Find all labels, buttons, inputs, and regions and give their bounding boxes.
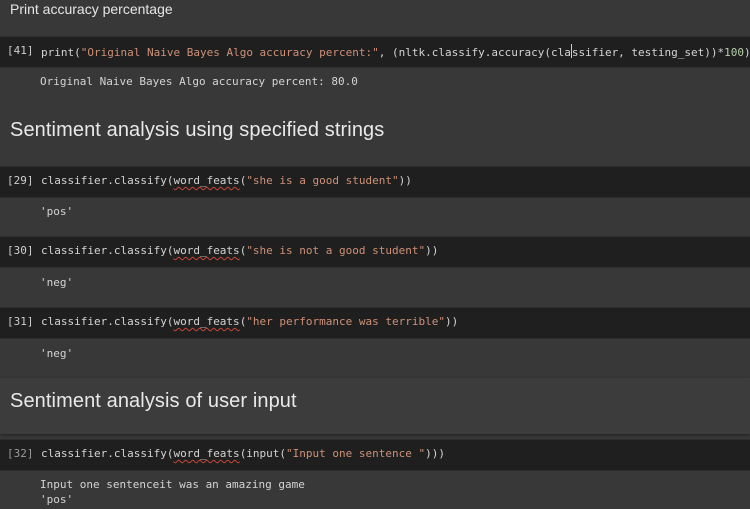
code-token: (input( xyxy=(239,447,287,460)
code-editor[interactable]: classifier.classify(word_feats("she is n… xyxy=(41,244,438,257)
code-token: , (nltk.classify.accuracy(cla xyxy=(378,46,571,59)
code-token: ssifier, testing_set))* xyxy=(571,46,725,59)
code-number: 100 xyxy=(724,46,745,59)
code-function-warning: word_feats xyxy=(173,174,240,187)
cell-output: 'neg' xyxy=(40,347,74,360)
code-function-warning: word_feats xyxy=(173,315,240,328)
code-cell-30[interactable]: [30] classifier.classify(word_feats("she… xyxy=(0,237,750,267)
section-heading: Print accuracy percentage xyxy=(10,1,173,17)
code-string: "she is a good student" xyxy=(246,174,399,187)
code-function-warning: word_feats xyxy=(173,447,240,460)
code-string: "her performance was terrible" xyxy=(246,315,445,328)
code-cell-29[interactable]: [29] classifier.classify(word_feats("she… xyxy=(0,167,750,197)
markdown-cell-specified-strings[interactable]: Sentiment analysis using specified strin… xyxy=(0,104,750,166)
code-string: "Original Naive Bayes Algo accuracy perc… xyxy=(80,46,379,59)
code-editor[interactable]: classifier.classify(word_feats("she is a… xyxy=(41,174,412,187)
code-editor[interactable]: classifier.classify(word_feats("her perf… xyxy=(41,315,458,328)
code-string: "Input one sentence " xyxy=(286,447,426,460)
code-cell-31[interactable]: [31] classifier.classify(word_feats("her… xyxy=(0,308,750,338)
code-token: )) xyxy=(445,315,459,328)
cell-output: 'pos' xyxy=(40,205,74,218)
code-editor[interactable]: print("Original Naive Bayes Algo accurac… xyxy=(41,44,750,59)
section-heading: Sentiment analysis of user input xyxy=(10,390,297,412)
markdown-cell-print-accuracy[interactable]: Print accuracy percentage xyxy=(0,0,750,26)
code-token: ) xyxy=(744,46,750,59)
execution-count: [30] xyxy=(7,244,34,257)
cell-output-result: 'pos' xyxy=(40,493,74,506)
code-token: )) xyxy=(425,244,439,257)
code-cell-32[interactable]: [32] classifier.classify(word_feats(inpu… xyxy=(0,440,750,470)
code-token: classifier.classify( xyxy=(41,174,174,187)
section-heading: Sentiment analysis using specified strin… xyxy=(10,119,385,141)
markdown-cell-user-input[interactable]: Sentiment analysis of user input xyxy=(0,378,750,434)
code-function-warning: word_feats xyxy=(173,244,240,257)
code-string: "she is not a good student" xyxy=(246,244,426,257)
cell-output: Original Naive Bayes Algo accuracy perce… xyxy=(40,75,358,88)
code-editor[interactable]: classifier.classify(word_feats(input("In… xyxy=(41,447,445,460)
code-token: )) xyxy=(398,174,412,187)
code-token: print( xyxy=(41,46,81,59)
cell-output: 'neg' xyxy=(40,276,74,289)
execution-count: [32] xyxy=(7,447,34,460)
cell-output-stdout: Input one sentenceit was an amazing game xyxy=(40,478,305,491)
code-token: classifier.classify( xyxy=(41,244,174,257)
code-token: classifier.classify( xyxy=(41,315,174,328)
execution-count: [29] xyxy=(7,174,34,187)
execution-count: [31] xyxy=(7,315,34,328)
execution-count: [41] xyxy=(7,44,34,57)
code-cell-41[interactable]: [41] print("Original Naive Bayes Algo ac… xyxy=(0,37,750,67)
code-token: ))) xyxy=(425,447,445,460)
code-token: classifier.classify( xyxy=(41,447,174,460)
